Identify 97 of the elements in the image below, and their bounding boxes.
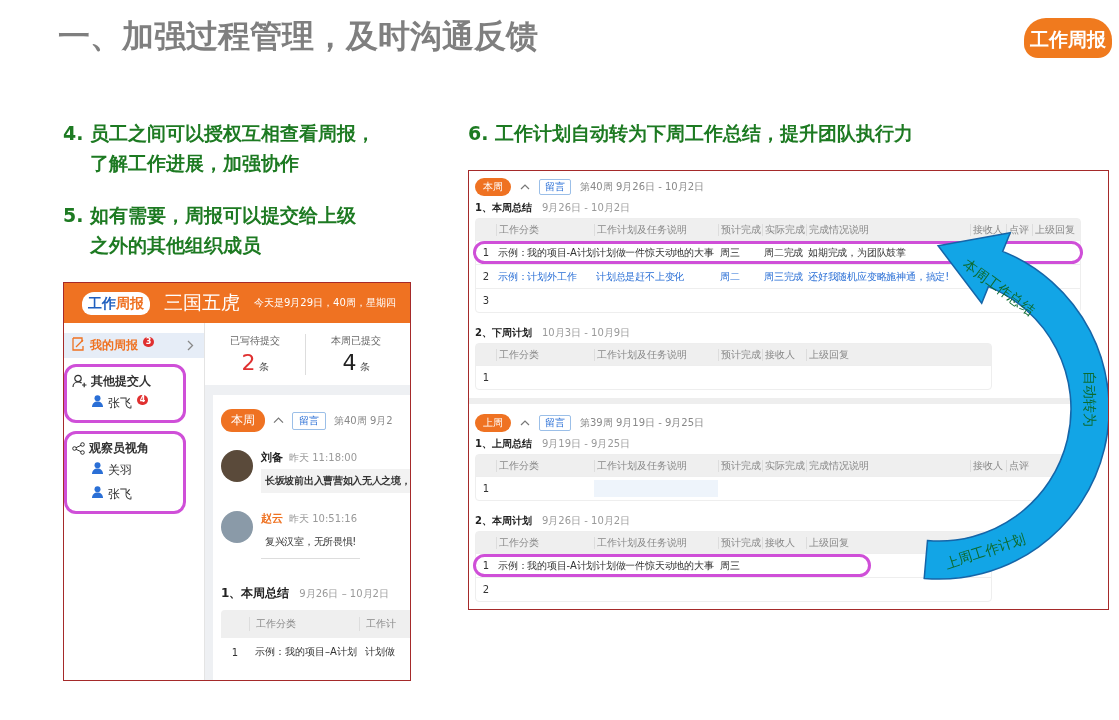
column-header: 预计完成 [718, 536, 762, 549]
column-header: 工作分类 [496, 223, 594, 236]
column-header: 工作计划及任务说明 [594, 536, 718, 549]
slide-title: 一、加强过程管理，及时沟通反馈 [58, 16, 538, 57]
section-dates: 9月26日 - 10月2日 [541, 514, 631, 528]
stat-unit: 条 [258, 359, 269, 374]
sidebar-label: 我的周报 [90, 337, 138, 354]
section-dates: 9月19日 - 9月25日 [541, 437, 631, 451]
team-name: 三国五虎 [164, 290, 240, 315]
section-title: 2、下周计划 [475, 326, 532, 340]
table-cell-text: 示例：计划外工作 [497, 269, 578, 284]
table-cell-text: 计划做一件惊天动地的大事 [595, 245, 715, 260]
comment-text: 长坂坡前出入曹营如入无人之境， [261, 469, 410, 493]
column-header: 实际完成 [762, 459, 806, 472]
row-number: 2 [481, 271, 491, 282]
section-dates: 9月26日 – 10月2日 [299, 587, 389, 601]
column-header: 上级回复 [1032, 223, 1080, 236]
column-header: 预计完成 [718, 348, 762, 361]
point-text: 4. 员工之间可以授权互相查看周报， 了解工作进展，加强协作 [63, 121, 377, 176]
column-header: 工作计划及任务说明 [594, 348, 718, 361]
comment-author: 刘备 [261, 450, 283, 465]
column-header: 点评 [1006, 459, 1032, 472]
table-row[interactable]: 1 示例：我的项目-A计划计划做一件惊天动地的大事 周三 [473, 554, 871, 577]
stat-value: 2 [241, 350, 256, 375]
table-cell-text: 示例：我的项目–A计划 [254, 645, 358, 659]
column-header: 接收人 [762, 536, 806, 549]
table-cell-text: 周二 [719, 269, 741, 284]
column-header: 工作分类 [249, 617, 359, 631]
column-header: 预计完成 [718, 459, 762, 472]
comment-time: 昨天 11:18:00 [289, 451, 358, 465]
table-row[interactable]: 1 [473, 366, 499, 389]
section-title: 1、本周总结 [475, 201, 532, 215]
table-row[interactable]: 1 [473, 477, 721, 500]
point-text: 6. 工作计划自动转为下周工作总结，提升团队执行力 [468, 121, 915, 146]
column-header: 接收人 [762, 348, 806, 361]
table-cell-text: 还好我随机应变略施神通，搞定! [807, 269, 950, 284]
table-cell-text: 周三完成 [763, 269, 805, 284]
app-logo: 工作周报 [82, 291, 150, 315]
row-number: 3 [481, 295, 491, 306]
group-label: 其他提交人 [91, 372, 151, 390]
point-text: 5. 如有需要，周报可以提交给上级 之外的其他组织成员 [63, 203, 358, 258]
week-period: 第39周 9月19日 - 9月25日 [580, 416, 705, 430]
badge: 3 [143, 337, 154, 347]
table-cell-text: 如期完成，为团队鼓掌 [807, 245, 907, 260]
column-header: 工作分类 [496, 536, 594, 549]
column-header: 上级回复 [806, 348, 991, 361]
sidebar-item[interactable]: 我的周报 3 [64, 333, 204, 358]
row-number: 1 [481, 247, 491, 258]
column-header: 工作分类 [496, 459, 594, 472]
column-header: 预计完成 [718, 223, 762, 236]
comment-time: 昨天 10:51:16 [289, 512, 358, 526]
column-header: 工作计划及任务说明 [594, 459, 718, 472]
row-number: 2 [481, 584, 491, 595]
table-cell-text: 计划做 [364, 645, 396, 659]
section-title: 1、本周总结 [221, 585, 290, 602]
member-name[interactable]: 张飞 [108, 395, 132, 412]
group-label: 观察员视角 [89, 439, 149, 457]
stat-unit: 条 [359, 359, 370, 374]
table-cell-text: 周三 [719, 558, 741, 573]
table-cell-text: 周三 [719, 245, 741, 260]
logo: 工作周报 [1024, 18, 1112, 58]
comment-button[interactable]: 留言 [292, 411, 326, 430]
column-header: 实际完成 [762, 223, 806, 236]
table-row[interactable]: 3 [473, 289, 499, 312]
stat-label: 本周已提交 [331, 333, 381, 348]
section-title: 1、上周总结 [475, 437, 532, 451]
column-header: 完成情况说明 [806, 223, 970, 236]
comment-button[interactable]: 留言 [539, 415, 571, 431]
comment-button[interactable]: 留言 [539, 179, 571, 195]
column-header: 完成情况说明 [806, 459, 970, 472]
table-cell-text: 计划总是赶不上变化 [595, 269, 686, 284]
week-period: 第40周 9月26日 - 10月2日 [580, 180, 705, 194]
table-cell-text: 周二完成 [763, 245, 805, 260]
table-cell-text: 计划做一件惊天动地的大事 [595, 558, 715, 573]
row-number: 1 [481, 560, 491, 571]
table-row[interactable]: 2 [473, 578, 499, 601]
row-number: 1 [481, 483, 491, 494]
member-name[interactable]: 关羽 [108, 462, 132, 479]
comment-text: 复兴汉室，无所畏惧! [261, 530, 360, 559]
badge: 4 [137, 395, 148, 405]
column-header: 接收人 [970, 459, 1006, 472]
comment-author: 赵云 [261, 511, 283, 526]
row-number: 1 [481, 372, 491, 383]
row-number: 1 [230, 646, 240, 658]
column-header: 工作计 [359, 617, 410, 631]
section-dates: 10月3日 - 10月9日 [541, 326, 631, 340]
column-header: 工作计划及任务说明 [594, 223, 718, 236]
week-period: 第40周 9月2 [334, 413, 393, 428]
section-dates: 9月26日 - 10月2日 [541, 201, 631, 215]
date-text: 今天是9月29日，40周，星期四 [254, 296, 396, 310]
member-name[interactable]: 张飞 [108, 486, 132, 503]
arrow-label: 自动转为 [1082, 371, 1098, 427]
table-row[interactable]: 2 示例：计划外工作 计划总是赶不上变化 周二 周三完成 还好我随机应变略施神通，搞定! [473, 265, 954, 288]
column-header: 工作分类 [496, 348, 594, 361]
stat-label: 已写待提交 [230, 333, 280, 348]
section-title: 2、本周计划 [475, 514, 532, 528]
stat-value: 4 [342, 350, 357, 375]
